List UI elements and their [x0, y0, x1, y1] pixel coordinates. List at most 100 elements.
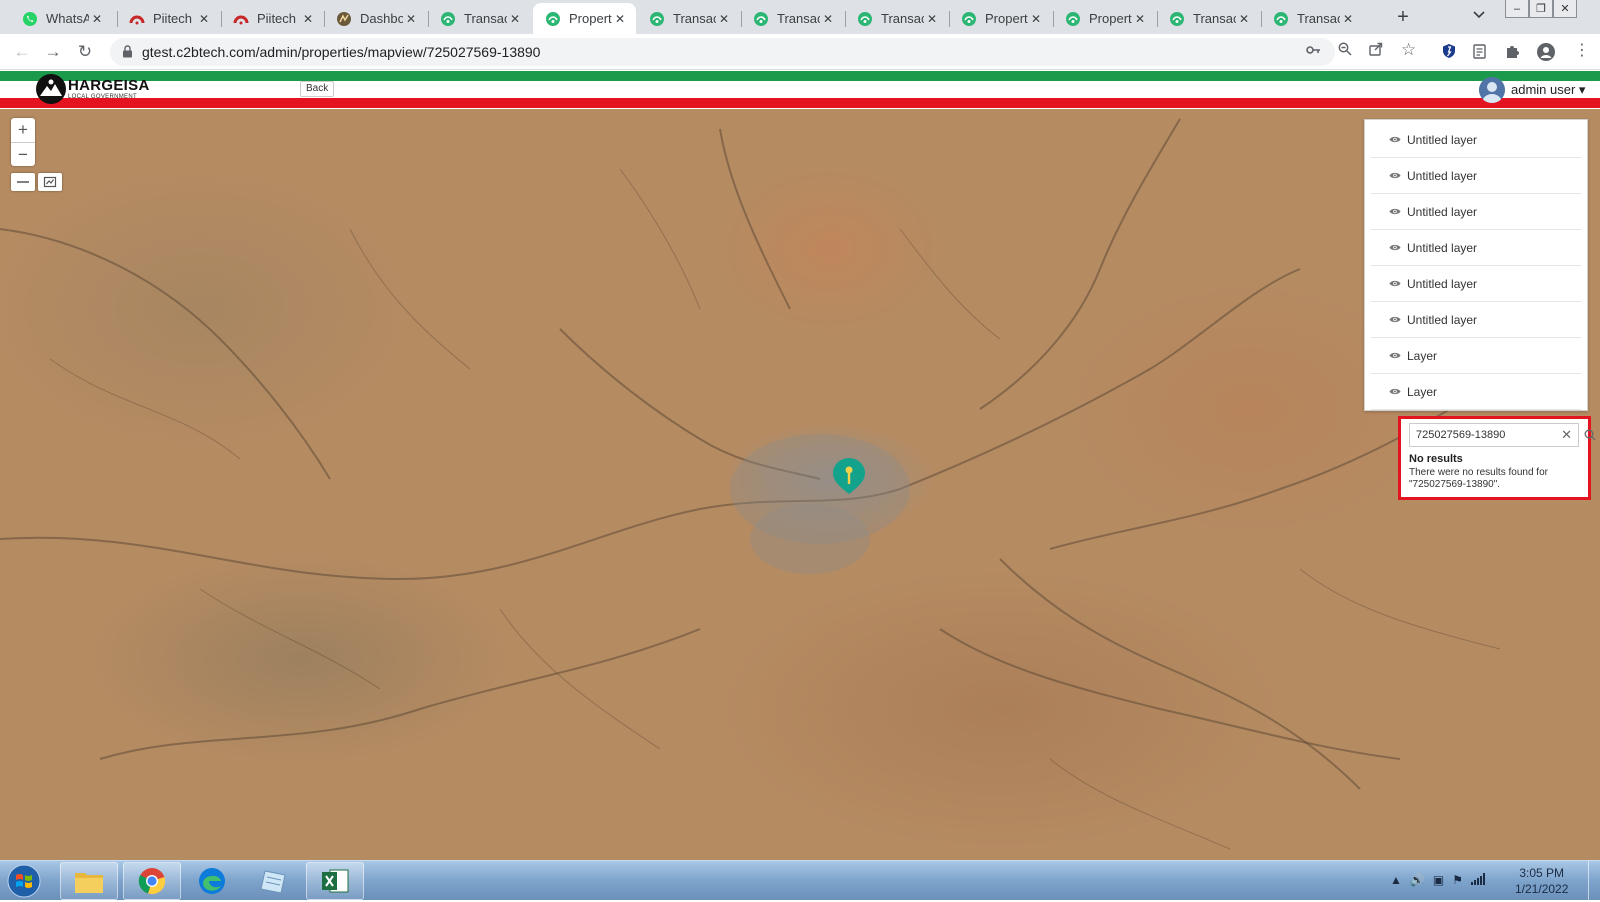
bookmark-star-icon[interactable]: ☆	[1401, 40, 1416, 60]
browser-tab[interactable]: Propert ✕	[949, 3, 1052, 34]
restore-icon[interactable]: ❐	[1529, 0, 1553, 18]
close-tab-icon[interactable]: ✕	[300, 12, 316, 26]
browser-tab[interactable]: Transac ✕	[1261, 3, 1364, 34]
header-red-stripe	[0, 98, 1600, 108]
browser-tab[interactable]: Piitech ✕	[221, 3, 324, 34]
visibility-eye-icon[interactable]	[1389, 279, 1401, 288]
share-icon[interactable]	[1369, 42, 1383, 59]
browser-tab[interactable]: Transac ✕	[637, 3, 740, 34]
visibility-eye-icon[interactable]	[1389, 135, 1401, 144]
tab-title: Propert	[1089, 11, 1132, 26]
clock-time: 3:05 PM	[1519, 866, 1565, 880]
visibility-eye-icon[interactable]	[1389, 315, 1401, 324]
user-menu[interactable]: admin user ▾	[1479, 77, 1585, 103]
browser-tab[interactable]: Transac ✕	[1157, 3, 1260, 34]
notepad-icon[interactable]	[245, 862, 303, 900]
app-logo-icon	[545, 11, 561, 27]
close-tab-icon[interactable]: ✕	[820, 12, 836, 26]
password-key-icon[interactable]	[1306, 42, 1321, 58]
file-explorer-icon[interactable]	[60, 862, 118, 900]
close-tab-icon[interactable]: ✕	[716, 12, 732, 26]
close-tab-icon[interactable]: ✕	[1132, 12, 1148, 26]
extensions-puzzle-icon[interactable]	[1505, 43, 1521, 59]
draw-line-icon[interactable]	[11, 173, 35, 191]
layer-item[interactable]: Untitled layer	[1371, 158, 1581, 194]
layer-item[interactable]: Untitled layer	[1371, 266, 1581, 302]
close-tab-icon[interactable]: ✕	[196, 12, 212, 26]
lock-icon[interactable]	[122, 45, 133, 61]
map-terrain	[0, 118, 1501, 850]
tray-expand-icon[interactable]: ▲	[1390, 873, 1402, 888]
extension-clipboard-icon[interactable]	[1473, 43, 1489, 59]
edge-icon[interactable]	[183, 862, 241, 900]
satellite-map[interactable]: + − Untitled layer Untitled layer Untitled…	[0, 109, 1600, 860]
browser-tab[interactable]: Transac ✕	[845, 3, 948, 34]
tab-title: Propert	[569, 11, 612, 26]
close-tab-icon[interactable]: ✕	[1028, 12, 1044, 26]
visibility-eye-icon[interactable]	[1389, 387, 1401, 396]
draw-polygon-icon[interactable]	[38, 173, 62, 191]
close-tab-icon[interactable]: ✕	[612, 12, 628, 26]
visibility-eye-icon[interactable]	[1389, 207, 1401, 216]
layer-item[interactable]: Untitled layer	[1371, 122, 1581, 158]
visibility-eye-icon[interactable]	[1389, 171, 1401, 180]
layer-item[interactable]: Untitled layer	[1371, 302, 1581, 338]
show-desktop-button[interactable]	[1588, 861, 1600, 901]
layer-item[interactable]: Untitled layer	[1371, 194, 1581, 230]
reload-icon[interactable]: ↻	[74, 42, 96, 62]
volume-icon[interactable]: 🔊	[1410, 873, 1425, 888]
forward-arrow-icon[interactable]: →	[42, 42, 64, 62]
close-tab-icon[interactable]: ✕	[403, 12, 419, 26]
visibility-eye-icon[interactable]	[1389, 351, 1401, 360]
browser-tab[interactable]: Transac ✕	[741, 3, 844, 34]
close-tab-icon[interactable]: ✕	[89, 12, 105, 26]
minimize-icon[interactable]: –	[1505, 0, 1529, 18]
app-logo-icon	[1273, 11, 1289, 27]
start-button-icon[interactable]	[4, 863, 50, 899]
device-icon[interactable]: ▣	[1433, 873, 1444, 888]
browser-tab[interactable]: Piitech ✕	[117, 3, 220, 34]
results-message: There were no results found for "7250275…	[1409, 467, 1548, 490]
network-icon[interactable]	[1470, 873, 1485, 888]
tab-title: WhatsA	[46, 11, 89, 26]
new-tab-button[interactable]: +	[1392, 6, 1414, 29]
search-icon[interactable]	[1581, 423, 1599, 447]
clear-search-icon[interactable]: ✕	[1561, 427, 1572, 443]
browser-tab[interactable]: Transac ✕	[428, 3, 531, 34]
location-search-input[interactable]	[1414, 425, 1544, 445]
browser-tab[interactable]: Propert ✕	[1053, 3, 1156, 34]
close-tab-icon[interactable]: ✕	[1340, 12, 1356, 26]
browser-tab[interactable]: Propert ✕	[533, 3, 636, 34]
close-window-icon[interactable]: ✕	[1553, 0, 1577, 18]
zoom-in-button[interactable]: +	[11, 118, 35, 142]
close-tab-icon[interactable]: ✕	[924, 12, 940, 26]
extension-shield-icon[interactable]	[1442, 43, 1458, 59]
layer-item[interactable]: Layer	[1371, 338, 1581, 374]
browser-tab-strip: WhatsA ✕ Piitech ✕ Piitech ✕ Dashbo ✕ Transac ✕ Pr…	[0, 0, 1600, 34]
tab-title: Transac	[1297, 11, 1340, 26]
tab-title: Propert	[985, 11, 1028, 26]
address-bar[interactable]: gtest.c2btech.com/admin/properties/mapvi…	[110, 38, 1335, 66]
browser-menu-icon[interactable]: ⋮	[1574, 40, 1590, 60]
zoom-icon[interactable]	[1338, 42, 1352, 59]
browser-tab[interactable]: Dashbo ✕	[324, 3, 427, 34]
browser-tab[interactable]: WhatsA ✕	[10, 3, 113, 34]
close-tab-icon[interactable]: ✕	[507, 12, 523, 26]
property-location-marker-icon[interactable]	[832, 457, 866, 498]
back-button[interactable]: Back	[300, 81, 335, 97]
layer-item[interactable]: Layer	[1371, 374, 1581, 410]
action-center-icon[interactable]: ⚑	[1452, 873, 1463, 888]
layer-item[interactable]: Untitled layer	[1371, 230, 1581, 266]
hargeisa-logo[interactable]: HARGEISA LOCAL GOVERNMENT	[36, 74, 150, 104]
chrome-icon[interactable]	[123, 862, 181, 900]
close-tab-icon[interactable]: ✕	[1236, 12, 1252, 26]
profile-avatar-icon[interactable]	[1537, 43, 1555, 61]
tab-search-icon[interactable]	[1473, 8, 1485, 22]
system-clock[interactable]: 3:05 PM 1/21/2022	[1515, 865, 1568, 897]
visibility-eye-icon[interactable]	[1389, 243, 1401, 252]
excel-icon[interactable]	[306, 862, 364, 900]
zoom-out-button[interactable]: −	[11, 142, 35, 166]
header-green-stripe	[0, 71, 1600, 81]
back-arrow-icon[interactable]: ←	[11, 42, 33, 62]
layer-name: Untitled layer	[1407, 240, 1478, 255]
